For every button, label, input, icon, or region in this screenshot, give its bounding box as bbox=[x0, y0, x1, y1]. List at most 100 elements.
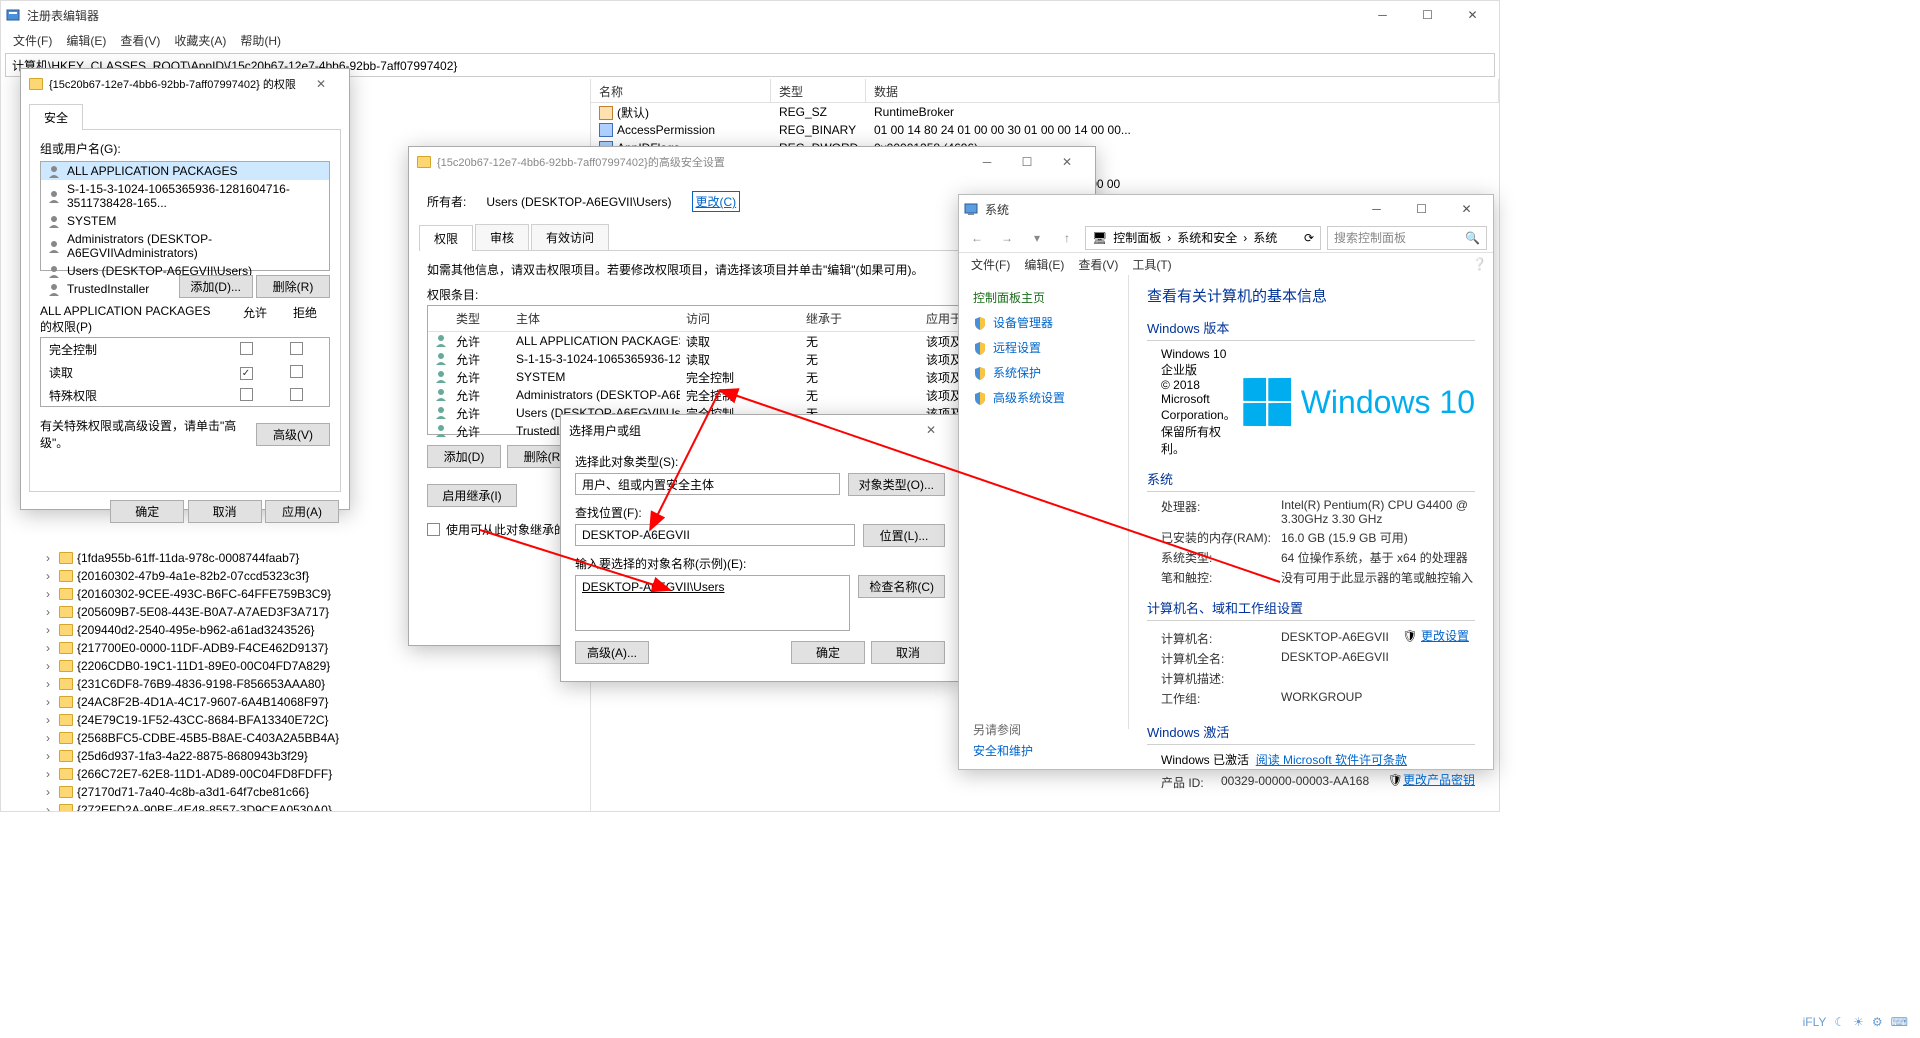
expand-icon[interactable]: › bbox=[41, 569, 55, 583]
ok-button[interactable]: 确定 bbox=[791, 641, 865, 664]
history-dropdown[interactable]: ▾ bbox=[1025, 226, 1049, 250]
add-button[interactable]: 添加(D)... bbox=[179, 275, 253, 298]
minimize-button[interactable]: ─ bbox=[1360, 1, 1405, 29]
maximize-button[interactable]: ☐ bbox=[1399, 195, 1444, 223]
col-inherited[interactable]: 继承于 bbox=[800, 306, 920, 331]
principal-item[interactable]: ALL APPLICATION PACKAGES bbox=[41, 162, 329, 180]
nav-item[interactable]: 设备管理器 bbox=[959, 310, 1128, 335]
principal-item[interactable]: Administrators (DESKTOP-A6EGVII\Administ… bbox=[41, 230, 329, 262]
back-button[interactable]: ← bbox=[965, 226, 989, 250]
expand-icon[interactable]: › bbox=[41, 803, 55, 811]
col-type[interactable]: 类型 bbox=[450, 306, 510, 331]
expand-icon[interactable]: › bbox=[41, 731, 55, 745]
close-button[interactable]: ✕ bbox=[911, 423, 951, 437]
advanced-button[interactable]: 高级(A)... bbox=[575, 641, 649, 664]
col-principal[interactable]: 主体 bbox=[510, 306, 680, 331]
menu-file[interactable]: 文件(F) bbox=[7, 30, 58, 51]
close-button[interactable]: ✕ bbox=[1444, 195, 1489, 223]
col-name[interactable]: 名称 bbox=[591, 79, 771, 102]
check-names-button[interactable]: 检查名称(C) bbox=[858, 575, 945, 598]
breadcrumb-part[interactable]: 控制面板 bbox=[1113, 229, 1161, 246]
tree-item[interactable]: ›{24E79C19-1F52-43CC-8684-BFA13340E72C} bbox=[1, 711, 590, 729]
advsec-titlebar[interactable]: {15c20b67-12e7-4bb6-92bb-7aff07997402}的高… bbox=[409, 147, 1095, 177]
breadcrumb-part[interactable]: 系统和安全 bbox=[1177, 229, 1237, 246]
cancel-button[interactable]: 取消 bbox=[871, 641, 945, 664]
tree-item[interactable]: ›{2206CDB0-19C1-11D1-89E0-00C04FD7A829} bbox=[1, 657, 590, 675]
expand-icon[interactable]: › bbox=[41, 623, 55, 637]
tab-audit[interactable]: 审核 bbox=[475, 224, 529, 250]
moon-icon[interactable]: ☾ bbox=[1834, 1015, 1845, 1029]
minimize-button[interactable]: ─ bbox=[967, 155, 1007, 169]
breadcrumb-part[interactable]: 系统 bbox=[1253, 229, 1277, 246]
allow-checkbox[interactable] bbox=[240, 367, 253, 380]
tab-permissions[interactable]: 权限 bbox=[419, 225, 473, 251]
close-button[interactable]: ✕ bbox=[301, 77, 341, 91]
tree-item[interactable]: ›{231C6DF8-76B9-4836-9198-F856653AAA80} bbox=[1, 675, 590, 693]
change-owner-link[interactable]: 更改(C) bbox=[692, 191, 741, 212]
nav-home[interactable]: 控制面板主页 bbox=[959, 285, 1128, 310]
menu-edit[interactable]: 编辑(E) bbox=[1018, 254, 1070, 275]
refresh-icon[interactable]: ⟳ bbox=[1304, 231, 1314, 245]
menu-help[interactable]: 帮助(H) bbox=[234, 30, 287, 51]
col-data[interactable]: 数据 bbox=[866, 79, 1499, 102]
expand-icon[interactable]: › bbox=[41, 749, 55, 763]
menu-view[interactable]: 查看(V) bbox=[114, 30, 166, 51]
menu-edit[interactable]: 编辑(E) bbox=[60, 30, 112, 51]
change-key-link[interactable]: 更改产品密钥 bbox=[1403, 773, 1475, 787]
expand-icon[interactable]: › bbox=[41, 695, 55, 709]
remove-button[interactable]: 删除(R) bbox=[256, 275, 330, 298]
gear-icon[interactable]: ⚙ bbox=[1872, 1015, 1883, 1029]
value-row[interactable]: AccessPermissionREG_BINARY01 00 14 80 24… bbox=[591, 121, 1499, 139]
expand-icon[interactable]: › bbox=[41, 641, 55, 655]
locations-button[interactable]: 位置(L)... bbox=[863, 524, 945, 547]
nav-item[interactable]: 高级系统设置 bbox=[959, 385, 1128, 410]
tab-effective[interactable]: 有效访问 bbox=[531, 224, 609, 250]
change-settings-link[interactable]: 更改设置 bbox=[1421, 629, 1469, 643]
object-names-field[interactable]: DESKTOP-A6EGVII\Users bbox=[575, 575, 850, 631]
nav-item[interactable]: 远程设置 bbox=[959, 335, 1128, 360]
expand-icon[interactable]: › bbox=[41, 659, 55, 673]
ok-button[interactable]: 确定 bbox=[110, 500, 184, 523]
tree-item[interactable]: ›{2568BFC5-CDBE-45B5-B8AE-C403A2A5BB4A} bbox=[1, 729, 590, 747]
enable-inherit-button[interactable]: 启用继承(I) bbox=[427, 484, 517, 507]
expand-icon[interactable]: › bbox=[41, 767, 55, 781]
object-types-button[interactable]: 对象类型(O)... bbox=[848, 473, 945, 496]
system-titlebar[interactable]: 系统 ─ ☐ ✕ bbox=[959, 195, 1493, 223]
col-access[interactable]: 访问 bbox=[680, 306, 800, 331]
tree-item[interactable]: ›{266C72E7-62E8-11D1-AD89-00C04FD8FDFF} bbox=[1, 765, 590, 783]
nav-item[interactable]: 系统保护 bbox=[959, 360, 1128, 385]
tree-item[interactable]: ›{27170d71-7a40-4c8b-a3d1-64f7cbe81c66} bbox=[1, 783, 590, 801]
minimize-button[interactable]: ─ bbox=[1354, 195, 1399, 223]
principal-item[interactable]: SYSTEM bbox=[41, 212, 329, 230]
col-type[interactable]: 类型 bbox=[771, 79, 866, 102]
regedit-titlebar[interactable]: 注册表编辑器 ─ ☐ ✕ bbox=[1, 1, 1499, 29]
tab-security[interactable]: 安全 bbox=[29, 104, 83, 130]
up-button[interactable]: ↑ bbox=[1055, 226, 1079, 250]
cancel-button[interactable]: 取消 bbox=[188, 500, 262, 523]
principals-list[interactable]: ALL APPLICATION PACKAGESS-1-15-3-1024-10… bbox=[40, 161, 330, 271]
maximize-button[interactable]: ☐ bbox=[1007, 155, 1047, 169]
search-input[interactable]: 搜索控制面板 🔍 bbox=[1327, 226, 1487, 250]
license-link[interactable]: 阅读 Microsoft 软件许可条款 bbox=[1256, 751, 1407, 768]
expand-icon[interactable]: › bbox=[41, 713, 55, 727]
expand-icon[interactable]: › bbox=[41, 587, 55, 601]
related-link[interactable]: 安全和维护 bbox=[973, 738, 1033, 759]
expand-icon[interactable]: › bbox=[41, 785, 55, 799]
expand-icon[interactable]: › bbox=[41, 605, 55, 619]
principal-item[interactable]: S-1-15-3-1024-1065365936-1281604716-3511… bbox=[41, 180, 329, 212]
apply-button[interactable]: 应用(A) bbox=[265, 500, 339, 523]
sun-icon[interactable]: ☀ bbox=[1853, 1015, 1864, 1029]
maximize-button[interactable]: ☐ bbox=[1405, 1, 1450, 29]
menu-file[interactable]: 文件(F) bbox=[965, 254, 1016, 275]
deny-checkbox[interactable] bbox=[290, 388, 303, 401]
forward-button[interactable]: → bbox=[995, 226, 1019, 250]
replace-checkbox[interactable] bbox=[427, 523, 440, 536]
deny-checkbox[interactable] bbox=[290, 342, 303, 355]
expand-icon[interactable]: › bbox=[41, 677, 55, 691]
tree-item[interactable]: ›{24AC8F2B-4D1A-4C17-9607-6A4B14068F97} bbox=[1, 693, 590, 711]
permissions-titlebar[interactable]: {15c20b67-12e7-4bb6-92bb-7aff07997402} 的… bbox=[21, 69, 349, 99]
close-button[interactable]: ✕ bbox=[1450, 1, 1495, 29]
advanced-button[interactable]: 高级(V) bbox=[256, 423, 330, 446]
menu-tools[interactable]: 工具(T) bbox=[1126, 254, 1177, 275]
expand-icon[interactable]: › bbox=[41, 551, 55, 565]
